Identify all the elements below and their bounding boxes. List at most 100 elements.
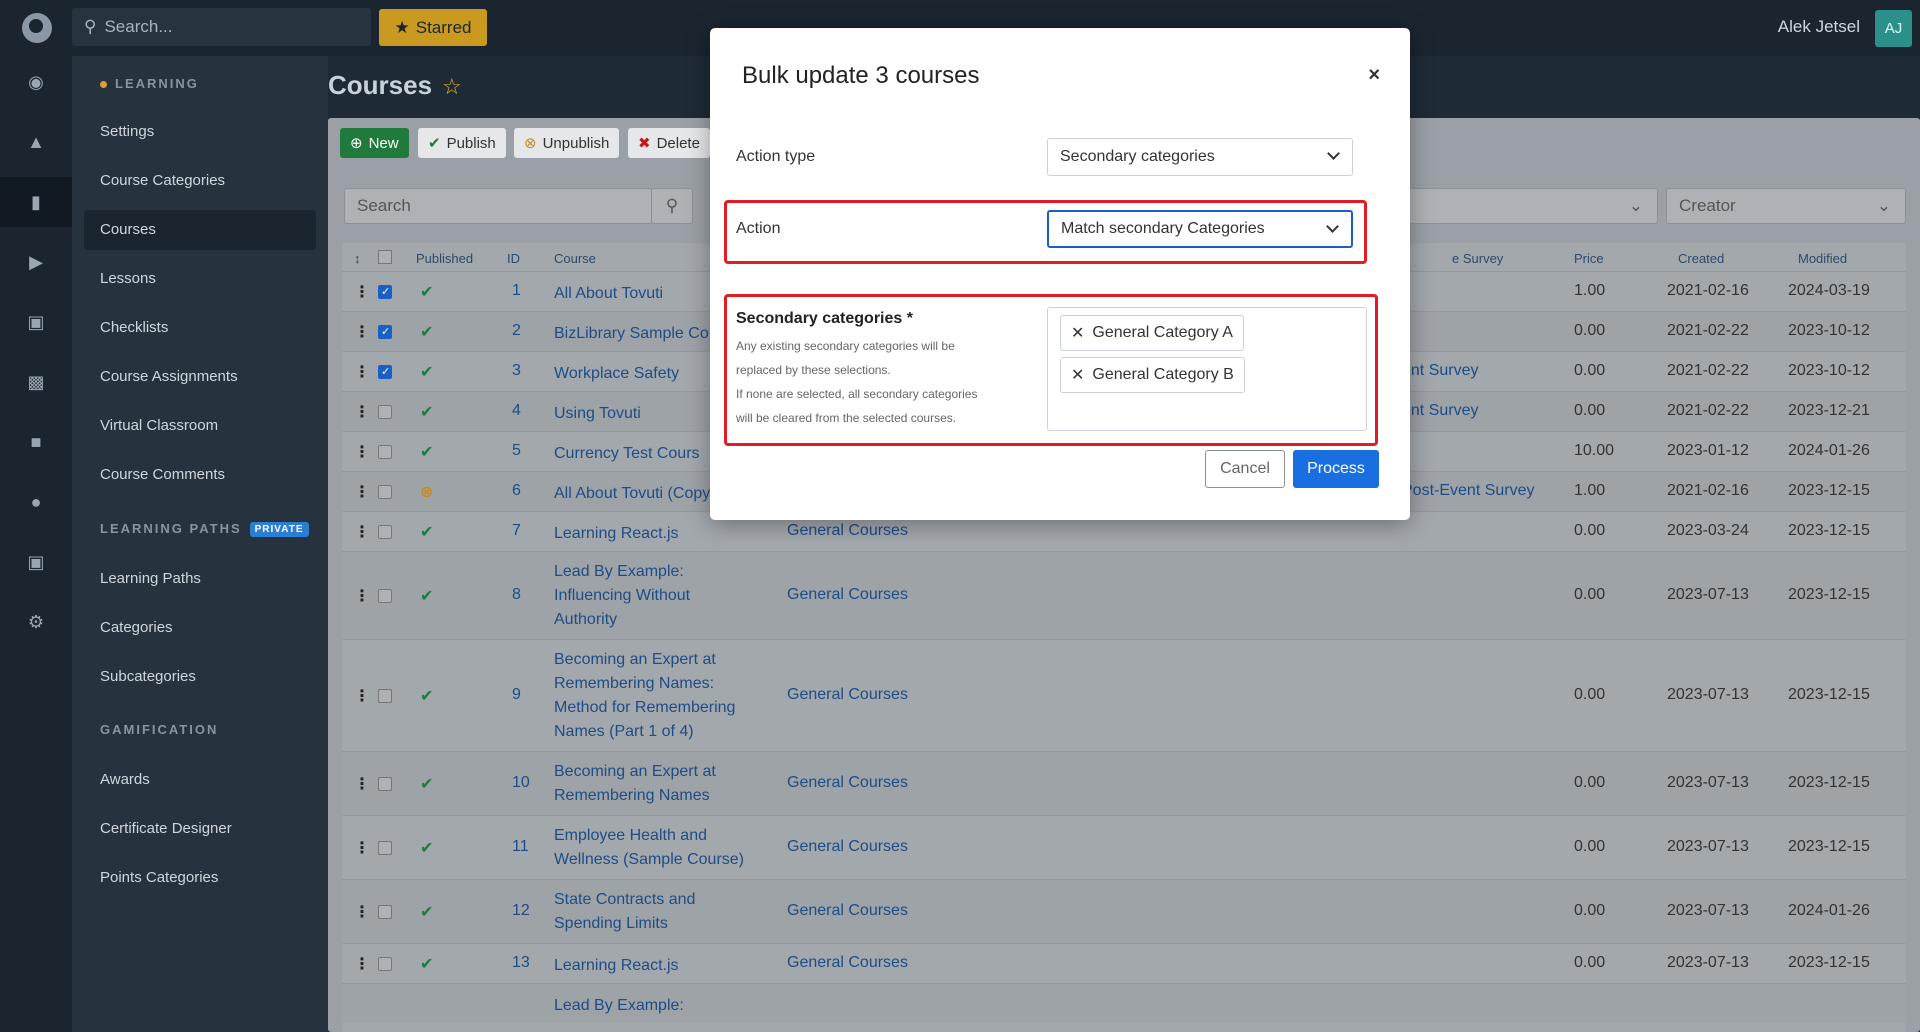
starred-button[interactable]: ★ Starred [379,9,487,46]
global-search-input[interactable]: ⚲ Search... [72,8,371,46]
course-title-link[interactable]: All About Tovuti [554,282,663,306]
course-category-link[interactable]: General Courses [787,838,908,856]
row-menu-icon[interactable]: ⋮ [354,586,370,606]
header-course[interactable]: Course [554,251,596,266]
sidebar-item-awards[interactable]: Awards [84,760,316,800]
row-checkbox[interactable] [378,777,392,791]
row-menu-icon[interactable]: ⋮ [354,774,370,794]
course-title-link[interactable]: Currency Test Cours [554,442,700,466]
course-title-link[interactable]: Becoming an Expert at Remembering Names: M… [554,648,735,744]
published-check-icon[interactable]: ✔ [420,322,433,342]
palette-icon[interactable]: ● [0,477,72,527]
sidebar-item-course-categories[interactable]: Course Categories [84,161,316,201]
sidebar-item-virtual-classroom[interactable]: Virtual Classroom [84,406,316,446]
publish-button[interactable]: ✔ Publish [418,128,506,158]
avatar[interactable]: AJ [1875,10,1912,47]
select-all-checkbox[interactable] [378,250,392,264]
sidebar-item-certificate-designer[interactable]: Certificate Designer [84,809,316,849]
header-price[interactable]: Price [1574,251,1604,266]
action-type-select[interactable]: Secondary categories [1047,138,1353,176]
row-menu-icon[interactable]: ⋮ [354,838,370,858]
table-row[interactable]: ⋮ ✔ 13 Learning React.js General Courses 0.00… [342,943,1906,983]
row-menu-icon[interactable]: ⋮ [354,442,370,462]
remove-tag-icon[interactable]: ✕ [1071,323,1084,343]
new-button[interactable]: ⊕ New [340,128,409,158]
row-menu-icon[interactable]: ⋮ [354,902,370,922]
row-menu-icon[interactable]: ⋮ [354,522,370,542]
calendar-icon[interactable]: ▣ [0,537,72,587]
table-row[interactable]: ⋮ ✔ 12 State Contracts and Spending Limits Ge… [342,879,1906,943]
tag-general-category-b[interactable]: ✕ General Category B [1060,357,1245,393]
gear-icon[interactable]: ⚙ [0,597,72,647]
filter-select[interactable]: ⌄ [1384,188,1658,224]
course-category-link[interactable]: General Courses [787,902,908,920]
published-check-icon[interactable]: ✔ [420,774,433,794]
secondary-categories-multiselect[interactable]: ✕ General Category A ✕ General Category … [1047,307,1367,431]
user-name[interactable]: Alek Jetsel [1778,17,1860,37]
published-check-icon[interactable]: ✔ [420,442,433,462]
course-category-link[interactable]: General Courses [787,954,908,972]
favorite-star-icon[interactable]: ☆ [442,74,462,99]
row-checkbox[interactable] [378,285,392,299]
row-menu-icon[interactable]: ⋮ [354,686,370,706]
published-check-icon[interactable]: ✔ [420,686,433,706]
table-row[interactable]: ⋮ ✔ 8 Lead By Example: Influencing Without Au… [342,551,1906,639]
sidebar-item-course-assignments[interactable]: Course Assignments [84,357,316,397]
course-title-link[interactable]: Learning React.js [554,954,679,978]
course-title-link[interactable]: Lead By Example: Influencing Without Autho… [554,560,690,632]
row-checkbox[interactable] [378,325,392,339]
table-row[interactable]: ⋮ ✔ 9 Becoming an Expert at Remembering Name… [342,639,1906,751]
sidebar-item-course-comments[interactable]: Course Comments [84,455,316,495]
table-row[interactable]: ⋮ ✔ 10 Becoming an Expert at Remembering Nam… [342,751,1906,815]
survey-link[interactable]: ent Survey [1402,362,1478,380]
row-menu-icon[interactable]: ⋮ [354,282,370,302]
header-id[interactable]: ID [507,251,520,266]
remove-tag-icon[interactable]: ✕ [1071,365,1084,385]
course-title-link[interactable]: Lead By Example: [554,994,684,1018]
sidebar-item-checklists[interactable]: Checklists [84,308,316,348]
survey-link[interactable]: ent Survey [1402,402,1478,420]
published-check-icon[interactable]: ✔ [420,362,433,382]
header-survey[interactable]: e Survey [1452,251,1503,266]
sort-icon[interactable]: ↕ [354,251,361,266]
row-checkbox[interactable] [378,589,392,603]
delete-button[interactable]: ✖ Delete [628,128,710,158]
search-icon[interactable]: ⚲ [651,188,693,224]
row-menu-icon[interactable]: ⋮ [354,322,370,342]
course-search-input[interactable]: Search [344,188,652,224]
row-checkbox[interactable] [378,841,392,855]
course-title-link[interactable]: Becoming an Expert at Remembering Names [554,760,716,808]
published-check-icon[interactable]: ✔ [420,402,433,422]
header-created[interactable]: Created [1678,251,1724,266]
course-category-link[interactable]: General Courses [787,774,908,792]
survey-link[interactable]: Post-Event Survey [1402,482,1535,500]
sidebar-item-subcategories[interactable]: Subcategories [84,657,316,697]
row-checkbox[interactable] [378,905,392,919]
published-check-icon[interactable]: ✔ [420,282,433,302]
unpublish-button[interactable]: ⊗ Unpublish [514,128,620,158]
course-title-link[interactable]: State Contracts and Spending Limits [554,888,695,936]
row-checkbox[interactable] [378,445,392,459]
megaphone-icon[interactable]: ▶ [0,237,72,287]
graduation-cap-icon[interactable]: ▮ [0,177,72,227]
creator-select[interactable]: Creator ⌄ [1666,188,1906,224]
sidebar-item-courses[interactable]: Courses [84,210,316,250]
row-checkbox[interactable] [378,365,392,379]
users-icon[interactable]: ◉ [0,57,72,107]
sidebar-item-learning-paths[interactable]: Learning Paths [84,559,316,599]
sidebar-item-settings[interactable]: Settings [84,112,316,152]
course-title-link[interactable]: Using Tovuti [554,402,641,426]
video-icon[interactable]: ▣ [0,297,72,347]
sidebar-item-lessons[interactable]: Lessons [84,259,316,299]
course-category-link[interactable]: General Courses [787,686,908,704]
published-check-icon[interactable]: ✔ [420,902,433,922]
course-title-link[interactable]: BizLibrary Sample Co [554,322,709,346]
header-published[interactable]: Published [416,251,473,266]
course-title-link[interactable]: Workplace Safety [554,362,679,386]
course-title-link[interactable]: All About Tovuti (Copy) [554,482,716,506]
row-menu-icon[interactable]: ⋮ [354,402,370,422]
comment-icon[interactable]: ■ [0,417,72,467]
row-checkbox[interactable] [378,957,392,971]
action-select[interactable]: Match secondary Categories [1047,210,1353,248]
published-check-icon[interactable]: ✔ [420,586,433,606]
